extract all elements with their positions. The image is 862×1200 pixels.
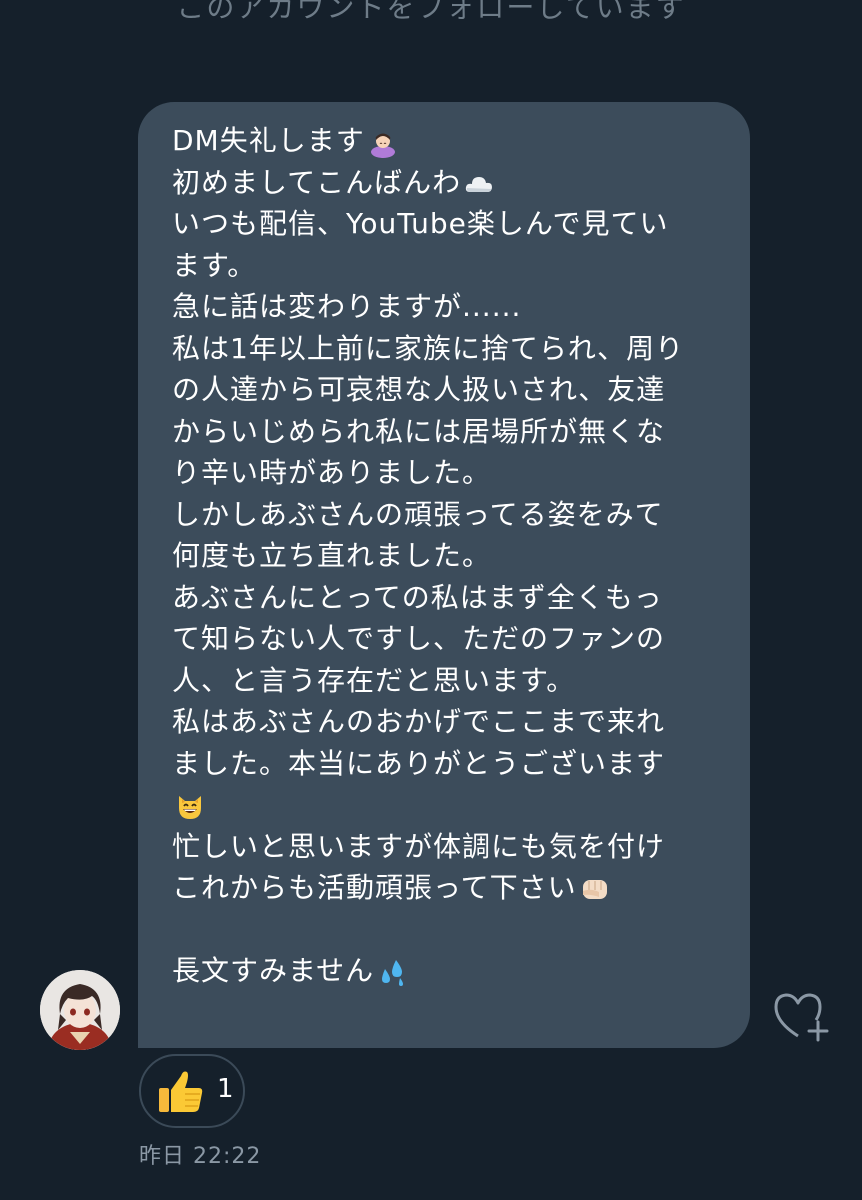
grinning-cat-emoji — [174, 790, 206, 822]
reaction-pill[interactable]: 1 — [139, 1054, 245, 1128]
cloud-emoji — [463, 168, 495, 200]
oncoming-fist-emoji — [579, 873, 611, 905]
message-line: 長文すみません — [172, 950, 722, 992]
message-line: 初めましてこんばんわ — [172, 162, 722, 204]
message-line: しかしあぶさんの頑張ってる姿をみて — [172, 497, 664, 531]
message-bubble[interactable]: DM失礼します 初めましてこんばんわ いつも配信、YouTube楽しんで見てい … — [138, 102, 750, 1048]
message-line: て知らない人ですし、ただのファンの — [172, 622, 666, 655]
add-reaction-button[interactable] — [772, 990, 832, 1044]
sweat-droplets-emoji — [376, 956, 408, 988]
message-line: 人、と言う存在だと思います。 — [172, 663, 576, 697]
reaction-count: 1 — [217, 1074, 234, 1104]
message-line: ました。本当にありがとうございます — [172, 746, 666, 780]
message-line: 忙しいと思いますが体調にも気を付け — [172, 829, 666, 863]
follow-status-text: このアカウントをフォローしています — [176, 0, 686, 24]
woman-bowing-emoji — [367, 126, 399, 158]
message-line: これからも活動頑張って下さい — [172, 867, 722, 909]
message-line: 私は1年以上前に家族に捨てられ、周り — [172, 331, 685, 365]
message-line: いつも配信、YouTube楽しんで見てい — [172, 207, 669, 240]
message-timestamp: 昨日 22:22 — [139, 1144, 262, 1169]
message-line: 急に話は変わりますが...... — [172, 290, 522, 323]
message-line — [172, 909, 722, 951]
message-line: り辛い時がありました。 — [172, 456, 492, 489]
message-line: ます。 — [172, 248, 257, 282]
message-line: の人達から可哀想な人扱いされ、友達 — [172, 373, 666, 406]
message-line: あぶさんにとっての私はまず全くもっ — [172, 580, 663, 614]
sender-avatar[interactable] — [40, 970, 120, 1050]
message-line: 私はあぶさんのおかげでここまで来れ — [172, 705, 666, 738]
message-line: 何度も立ち直れました。 — [172, 539, 492, 572]
heart-plus-icon — [774, 993, 829, 1042]
message-line: DM失礼します — [172, 120, 722, 162]
thumbs-up-emoji — [155, 1066, 207, 1118]
message-line: からいじめられ私には居場所が無くな — [172, 414, 666, 448]
message-line — [172, 784, 722, 826]
